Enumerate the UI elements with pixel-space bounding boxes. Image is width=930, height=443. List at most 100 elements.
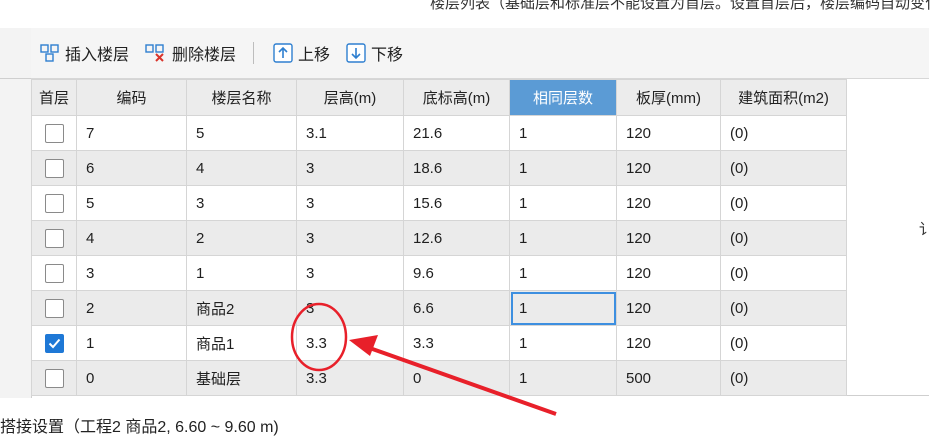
cell-code[interactable]: 4	[76, 220, 187, 256]
cell-area[interactable]: (0)	[720, 150, 847, 186]
cell-slab[interactable]: 120	[616, 150, 721, 186]
first-floor-checkbox[interactable]	[44, 158, 64, 178]
table-row[interactable]: 1 商品1 3.3 3.3 1 120 (0)	[31, 325, 847, 361]
cell-code[interactable]: 1	[76, 325, 187, 361]
clipped-text: 讠	[919, 221, 930, 238]
move-down-button[interactable]: 下移	[339, 38, 410, 68]
cell-area[interactable]: (0)	[720, 115, 847, 151]
cell-bottom[interactable]: 0	[403, 360, 510, 396]
cell-slab[interactable]: 120	[616, 220, 721, 256]
cell-area[interactable]: (0)	[720, 255, 847, 291]
cell-same[interactable]: 1	[509, 360, 617, 396]
column-header[interactable]: 层高(m)	[296, 79, 404, 116]
first-floor-checkbox[interactable]	[44, 193, 64, 213]
cell-slab[interactable]: 120	[616, 290, 721, 326]
cell-height[interactable]: 3.3	[296, 325, 404, 361]
table-row[interactable]: 7 5 3.1 21.6 1 120 (0)	[31, 115, 847, 151]
cell-name[interactable]: 商品2	[186, 290, 297, 326]
move-up-label: 上移	[298, 47, 331, 64]
cell-area[interactable]: (0)	[720, 360, 847, 396]
insert-floor-button[interactable]: 插入楼层	[33, 38, 136, 68]
move-down-label: 下移	[371, 47, 404, 64]
first-floor-cell	[31, 185, 77, 221]
cell-name[interactable]: 基础层	[186, 360, 297, 396]
table-row[interactable]: 6 4 3 18.6 1 120 (0)	[31, 150, 847, 186]
insert-floor-label: 插入楼层	[65, 47, 130, 64]
cell-height[interactable]: 3.3	[296, 360, 404, 396]
cell-height[interactable]: 3	[296, 150, 404, 186]
cell-area[interactable]: (0)	[720, 290, 847, 326]
cell-name[interactable]: 商品1	[186, 325, 297, 361]
cell-area[interactable]: (0)	[720, 325, 847, 361]
cell-slab[interactable]: 120	[616, 185, 721, 221]
cell-code[interactable]: 7	[76, 115, 187, 151]
cell-slab[interactable]: 120	[616, 255, 721, 291]
delete-floor-button[interactable]: 删除楼层	[138, 38, 243, 68]
cell-code[interactable]: 0	[76, 360, 187, 396]
first-floor-cell	[31, 115, 77, 151]
first-floor-cell	[31, 255, 77, 291]
table-row[interactable]: 2 商品2 3 6.6 1 120 (0)	[31, 290, 847, 326]
cell-code[interactable]: 3	[76, 255, 187, 291]
cell-same[interactable]: 1	[509, 150, 617, 186]
cell-name[interactable]: 4	[186, 150, 297, 186]
column-header[interactable]: 相同层数	[509, 79, 617, 116]
first-floor-cell	[31, 325, 77, 361]
cell-name[interactable]: 2	[186, 220, 297, 256]
cell-area[interactable]: (0)	[720, 185, 847, 221]
cell-slab[interactable]: 120	[616, 325, 721, 361]
cell-slab[interactable]: 120	[616, 115, 721, 151]
first-floor-checkbox-checked[interactable]	[44, 333, 64, 353]
cell-bottom[interactable]: 12.6	[403, 220, 510, 256]
cell-name[interactable]: 3	[186, 185, 297, 221]
table-row[interactable]: 0 基础层 3.3 0 1 500 (0)	[31, 360, 847, 396]
cell-name[interactable]: 1	[186, 255, 297, 291]
cell-slab[interactable]: 500	[616, 360, 721, 396]
move-up-button[interactable]: 上移	[266, 38, 337, 68]
floor-list-note: 楼层列表（基础层和标准层不能设置为首层。设置首层后，楼层编码自动变化，正数为地上…	[430, 0, 930, 12]
first-floor-checkbox[interactable]	[44, 228, 64, 248]
cell-code[interactable]: 2	[76, 290, 187, 326]
arrow-up-icon	[273, 43, 293, 63]
cell-bottom[interactable]: 15.6	[403, 185, 510, 221]
first-floor-cell	[31, 220, 77, 256]
cell-area[interactable]: (0)	[720, 220, 847, 256]
cell-code[interactable]: 6	[76, 150, 187, 186]
cell-height[interactable]: 3	[296, 290, 404, 326]
table-row[interactable]: 5 3 3 15.6 1 120 (0)	[31, 185, 847, 221]
cell-height[interactable]: 3	[296, 185, 404, 221]
table-row[interactable]: 4 2 3 12.6 1 120 (0)	[31, 220, 847, 256]
delete-floor-label: 删除楼层	[172, 47, 237, 64]
cell-same[interactable]: 1	[509, 220, 617, 256]
cell-height[interactable]: 3	[296, 220, 404, 256]
cell-height[interactable]: 3	[296, 255, 404, 291]
cell-same[interactable]: 1	[509, 255, 617, 291]
column-header[interactable]: 编码	[76, 79, 187, 116]
first-floor-checkbox[interactable]	[44, 263, 64, 283]
cell-same[interactable]: 1	[509, 325, 617, 361]
cell-height[interactable]: 3.1	[296, 115, 404, 151]
cell-bottom[interactable]: 3.3	[403, 325, 510, 361]
cell-code[interactable]: 5	[76, 185, 187, 221]
cell-same[interactable]: 1	[509, 115, 617, 151]
cell-name[interactable]: 5	[186, 115, 297, 151]
first-floor-cell	[31, 150, 77, 186]
column-header[interactable]: 楼层名称	[186, 79, 297, 116]
cell-bottom[interactable]: 6.6	[403, 290, 510, 326]
column-header[interactable]: 板厚(mm)	[616, 79, 721, 116]
column-header[interactable]: 底标高(m)	[403, 79, 510, 116]
cell-bottom[interactable]: 9.6	[403, 255, 510, 291]
insert-floor-icon	[40, 44, 59, 62]
first-floor-checkbox[interactable]	[44, 298, 64, 318]
column-header[interactable]: 建筑面积(m2)	[720, 79, 847, 116]
cell-same[interactable]: 1	[509, 185, 617, 221]
table-body: 7 5 3.1 21.6 1 120 (0) 6 4 3 18.6 1 120 (0) 5 3 3 15.6 1 12…	[31, 115, 847, 396]
table-row[interactable]: 3 1 3 9.6 1 120 (0)	[31, 255, 847, 291]
cell-same[interactable]: 1	[509, 290, 617, 326]
first-floor-checkbox[interactable]	[44, 368, 64, 388]
cell-bottom[interactable]: 21.6	[403, 115, 510, 151]
cell-bottom[interactable]: 18.6	[403, 150, 510, 186]
floor-table-container: 首层 编码 楼层名称 层高(m) 底标高(m) 相同层数 板厚(mm) 建筑面积(m2) 75…	[31, 79, 929, 396]
first-floor-checkbox[interactable]	[44, 123, 64, 143]
column-header[interactable]: 首层	[31, 79, 77, 116]
